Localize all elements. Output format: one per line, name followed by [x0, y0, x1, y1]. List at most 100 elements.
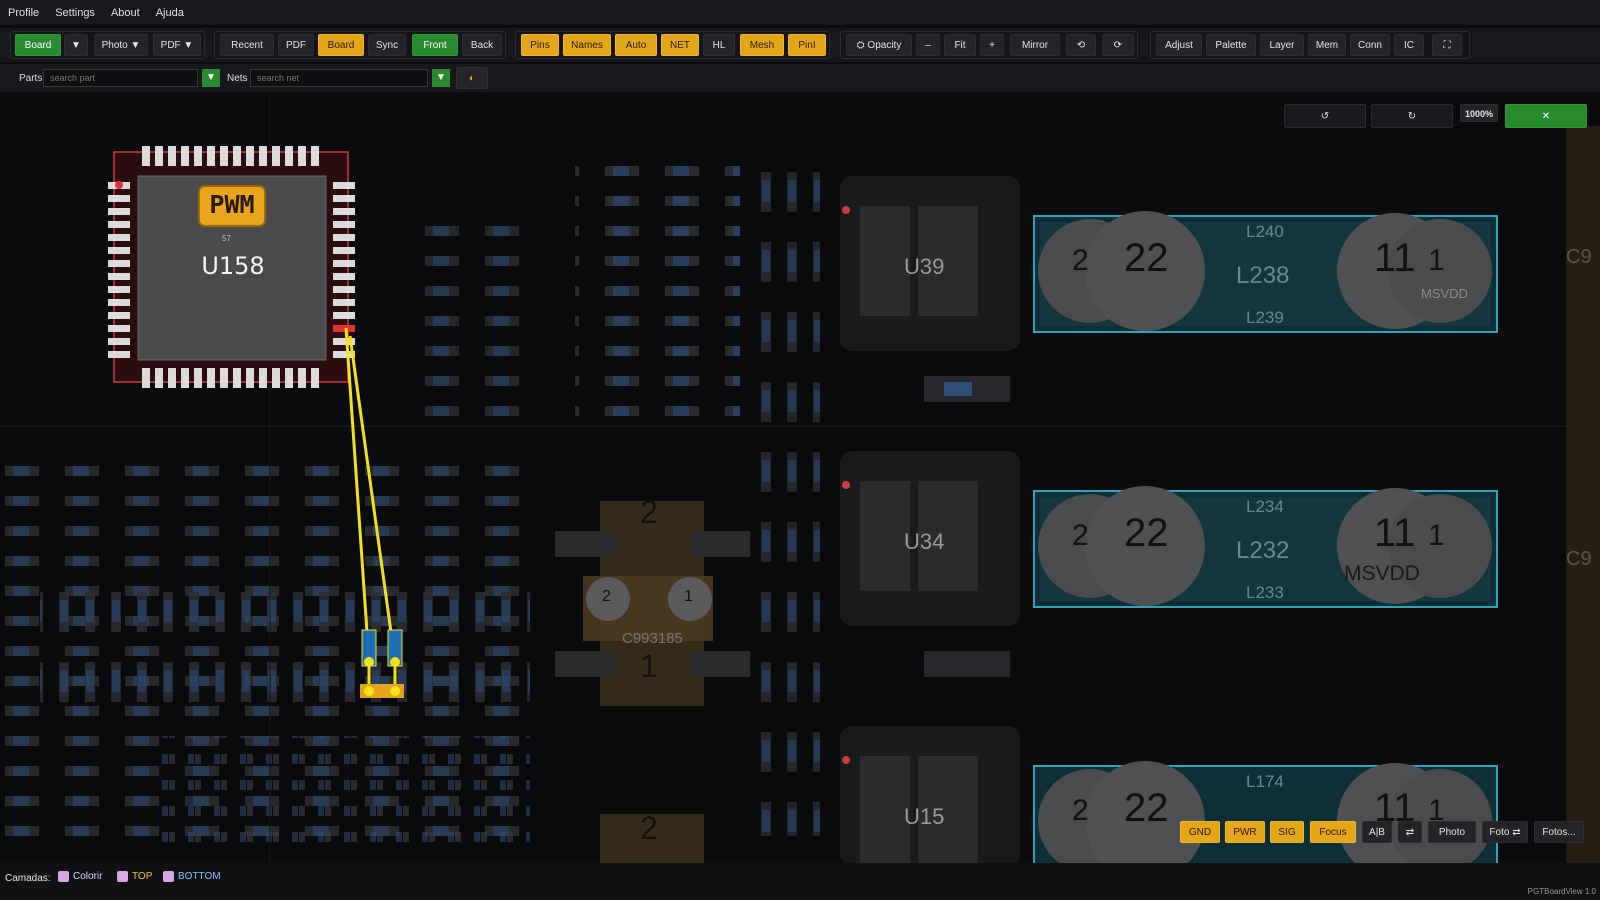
board-canvas[interactable]: PWM 57 U158 U39 U34 U15 L240 L238 L239 2…	[0, 96, 1600, 863]
board-button[interactable]: Board	[15, 34, 61, 56]
mirror-button[interactable]: Mirror	[1010, 34, 1060, 56]
edge-label-2: C9	[1566, 548, 1592, 570]
search-part-input[interactable]	[43, 69, 198, 87]
menu-about[interactable]: About	[103, 7, 148, 19]
back-button[interactable]: Back	[462, 34, 502, 56]
nets-label: Nets	[227, 73, 248, 84]
adjust-button[interactable]: Adjust	[1156, 34, 1202, 56]
checkbox-icon	[117, 871, 128, 882]
net-button[interactable]: NET	[661, 34, 699, 56]
coil-2-pin-a2: 22	[1124, 511, 1169, 555]
conn-button[interactable]: Conn	[1350, 34, 1390, 56]
status-bar: Camadas: Colorir TOP BOTTOM PGTBoardView…	[0, 863, 1600, 900]
fullscreen-icon[interactable]: ⛶	[1432, 34, 1462, 56]
recent-button[interactable]: Recent	[220, 34, 274, 56]
u158-sub-label: 57	[222, 234, 231, 243]
ab-button[interactable]: A|B	[1362, 821, 1392, 843]
coil-1-mid-label: L238	[1236, 262, 1290, 289]
photo-menu-button[interactable]: Photo ▼	[94, 34, 148, 56]
layer-bottom-toggle[interactable]: BOTTOM	[163, 871, 221, 882]
coil-2-top-label: L234	[1246, 497, 1284, 516]
zoom-in-button[interactable]: +	[980, 34, 1004, 56]
sync-button[interactable]: Sync	[368, 34, 406, 56]
menu-profile[interactable]: Profile	[0, 7, 47, 19]
fit-button[interactable]: Fit	[944, 34, 976, 56]
opacity-button[interactable]: ⛭ Opacity	[846, 34, 912, 56]
layer-colorir-toggle[interactable]: Colorir	[58, 871, 102, 882]
auto-button[interactable]: Auto	[615, 34, 657, 56]
menu-bar: Profile Settings About Ajuda	[0, 0, 1600, 25]
rotate-left-button[interactable]: ⟲	[1066, 34, 1096, 56]
coil-1-pin-b2: 1	[1428, 244, 1445, 277]
coil-1-pin-b: 11	[1374, 236, 1416, 280]
palette-button[interactable]: Palette	[1206, 34, 1256, 56]
rotate-right-button[interactable]: ⟳	[1102, 34, 1134, 56]
fotos-button[interactable]: Fotos...	[1534, 821, 1584, 843]
coil-1-pin-a: 2	[1072, 244, 1089, 277]
coil-2-bot-label: L233	[1246, 583, 1284, 602]
edge-label-1: C9	[1566, 246, 1592, 268]
coil-2-pin-b2: 1	[1428, 519, 1445, 552]
foto-swap-button[interactable]: Foto ⇄	[1482, 821, 1528, 843]
pwr-button[interactable]: PWR	[1225, 821, 1265, 843]
parts-dropdown-button[interactable]: ▼	[202, 69, 220, 87]
coil-2-pin-a: 2	[1072, 519, 1089, 552]
layers-label: Camadas:	[5, 873, 51, 884]
app-version: PGTBoardView 1.0	[1527, 887, 1596, 896]
layer-top-toggle[interactable]: TOP	[117, 871, 152, 882]
u158-designator: U158	[201, 252, 265, 280]
layer-bottom-label: BOTTOM	[178, 871, 221, 883]
u158-badge: PWM	[209, 190, 255, 219]
menu-help[interactable]: Ajuda	[148, 7, 192, 19]
checkbox-icon	[163, 871, 174, 882]
coil-1-bot-label: L239	[1246, 308, 1284, 327]
u15-designator: U15	[904, 804, 945, 829]
coil-3-top-label: L174	[1246, 772, 1284, 791]
cap-pin-top: 2	[640, 494, 658, 530]
nets-dropdown-button[interactable]: ▼	[432, 69, 450, 87]
mem-button[interactable]: Mem	[1308, 34, 1346, 56]
zoom-level: 1000%	[1460, 104, 1498, 122]
hl-button[interactable]: HL	[703, 34, 735, 56]
rotate-cw-icon[interactable]: ↻	[1371, 104, 1453, 128]
coil-3-pin-a2: 22	[1124, 786, 1169, 830]
theme-toggle-icon[interactable]: ◐	[456, 67, 488, 89]
pins-button[interactable]: Pins	[521, 34, 559, 56]
swap-icon[interactable]: ⇄	[1398, 821, 1422, 843]
cap-pin-bottom: 1	[640, 648, 658, 684]
coil-2-pin-b: 11	[1374, 511, 1416, 555]
u34-designator: U34	[904, 529, 945, 554]
pdf-button[interactable]: PDF	[278, 34, 314, 56]
cap-label: C993185	[622, 630, 683, 647]
gnd-button[interactable]: GND	[1180, 821, 1220, 843]
bottom-cap-pin: 2	[640, 810, 658, 846]
board-view-button[interactable]: Board	[318, 34, 364, 56]
search-net-input[interactable]	[250, 69, 428, 87]
sig-button[interactable]: SIG	[1270, 821, 1304, 843]
coil-1-top-label: L240	[1246, 222, 1284, 241]
coil-1-pin-a2: 22	[1124, 236, 1169, 280]
close-icon[interactable]: ✕	[1505, 104, 1587, 128]
names-button[interactable]: Names	[563, 34, 611, 56]
rotate-ccw-icon[interactable]: ↺	[1284, 104, 1366, 128]
u39-designator: U39	[904, 254, 945, 279]
mesh-button[interactable]: Mesh	[740, 34, 784, 56]
pinl-button[interactable]: PinI	[788, 34, 826, 56]
checkbox-icon	[58, 871, 69, 882]
coil-2-mid-label: L232	[1236, 537, 1290, 564]
coil-1-net-label: MSVDD	[1421, 286, 1468, 301]
menu-settings[interactable]: Settings	[47, 7, 103, 19]
layer-colorir-label: Colorir	[73, 871, 103, 883]
cap-pin-left: 2	[602, 588, 611, 605]
pdf-menu-button[interactable]: PDF ▼	[153, 34, 201, 56]
coil-2-net-label: MSVDD	[1344, 562, 1420, 585]
cap-pin-right: 1	[684, 588, 693, 605]
ic-button[interactable]: IC	[1394, 34, 1424, 56]
zoom-out-button[interactable]: –	[916, 34, 940, 56]
layer-button[interactable]: Layer	[1260, 34, 1304, 56]
photo-button[interactable]: Photo	[1428, 821, 1476, 843]
board-dropdown-button[interactable]: ▼	[64, 34, 88, 56]
coil-3-pin-a: 2	[1072, 794, 1089, 827]
focus-button[interactable]: Focus	[1310, 821, 1356, 843]
front-button[interactable]: Front	[412, 34, 458, 56]
